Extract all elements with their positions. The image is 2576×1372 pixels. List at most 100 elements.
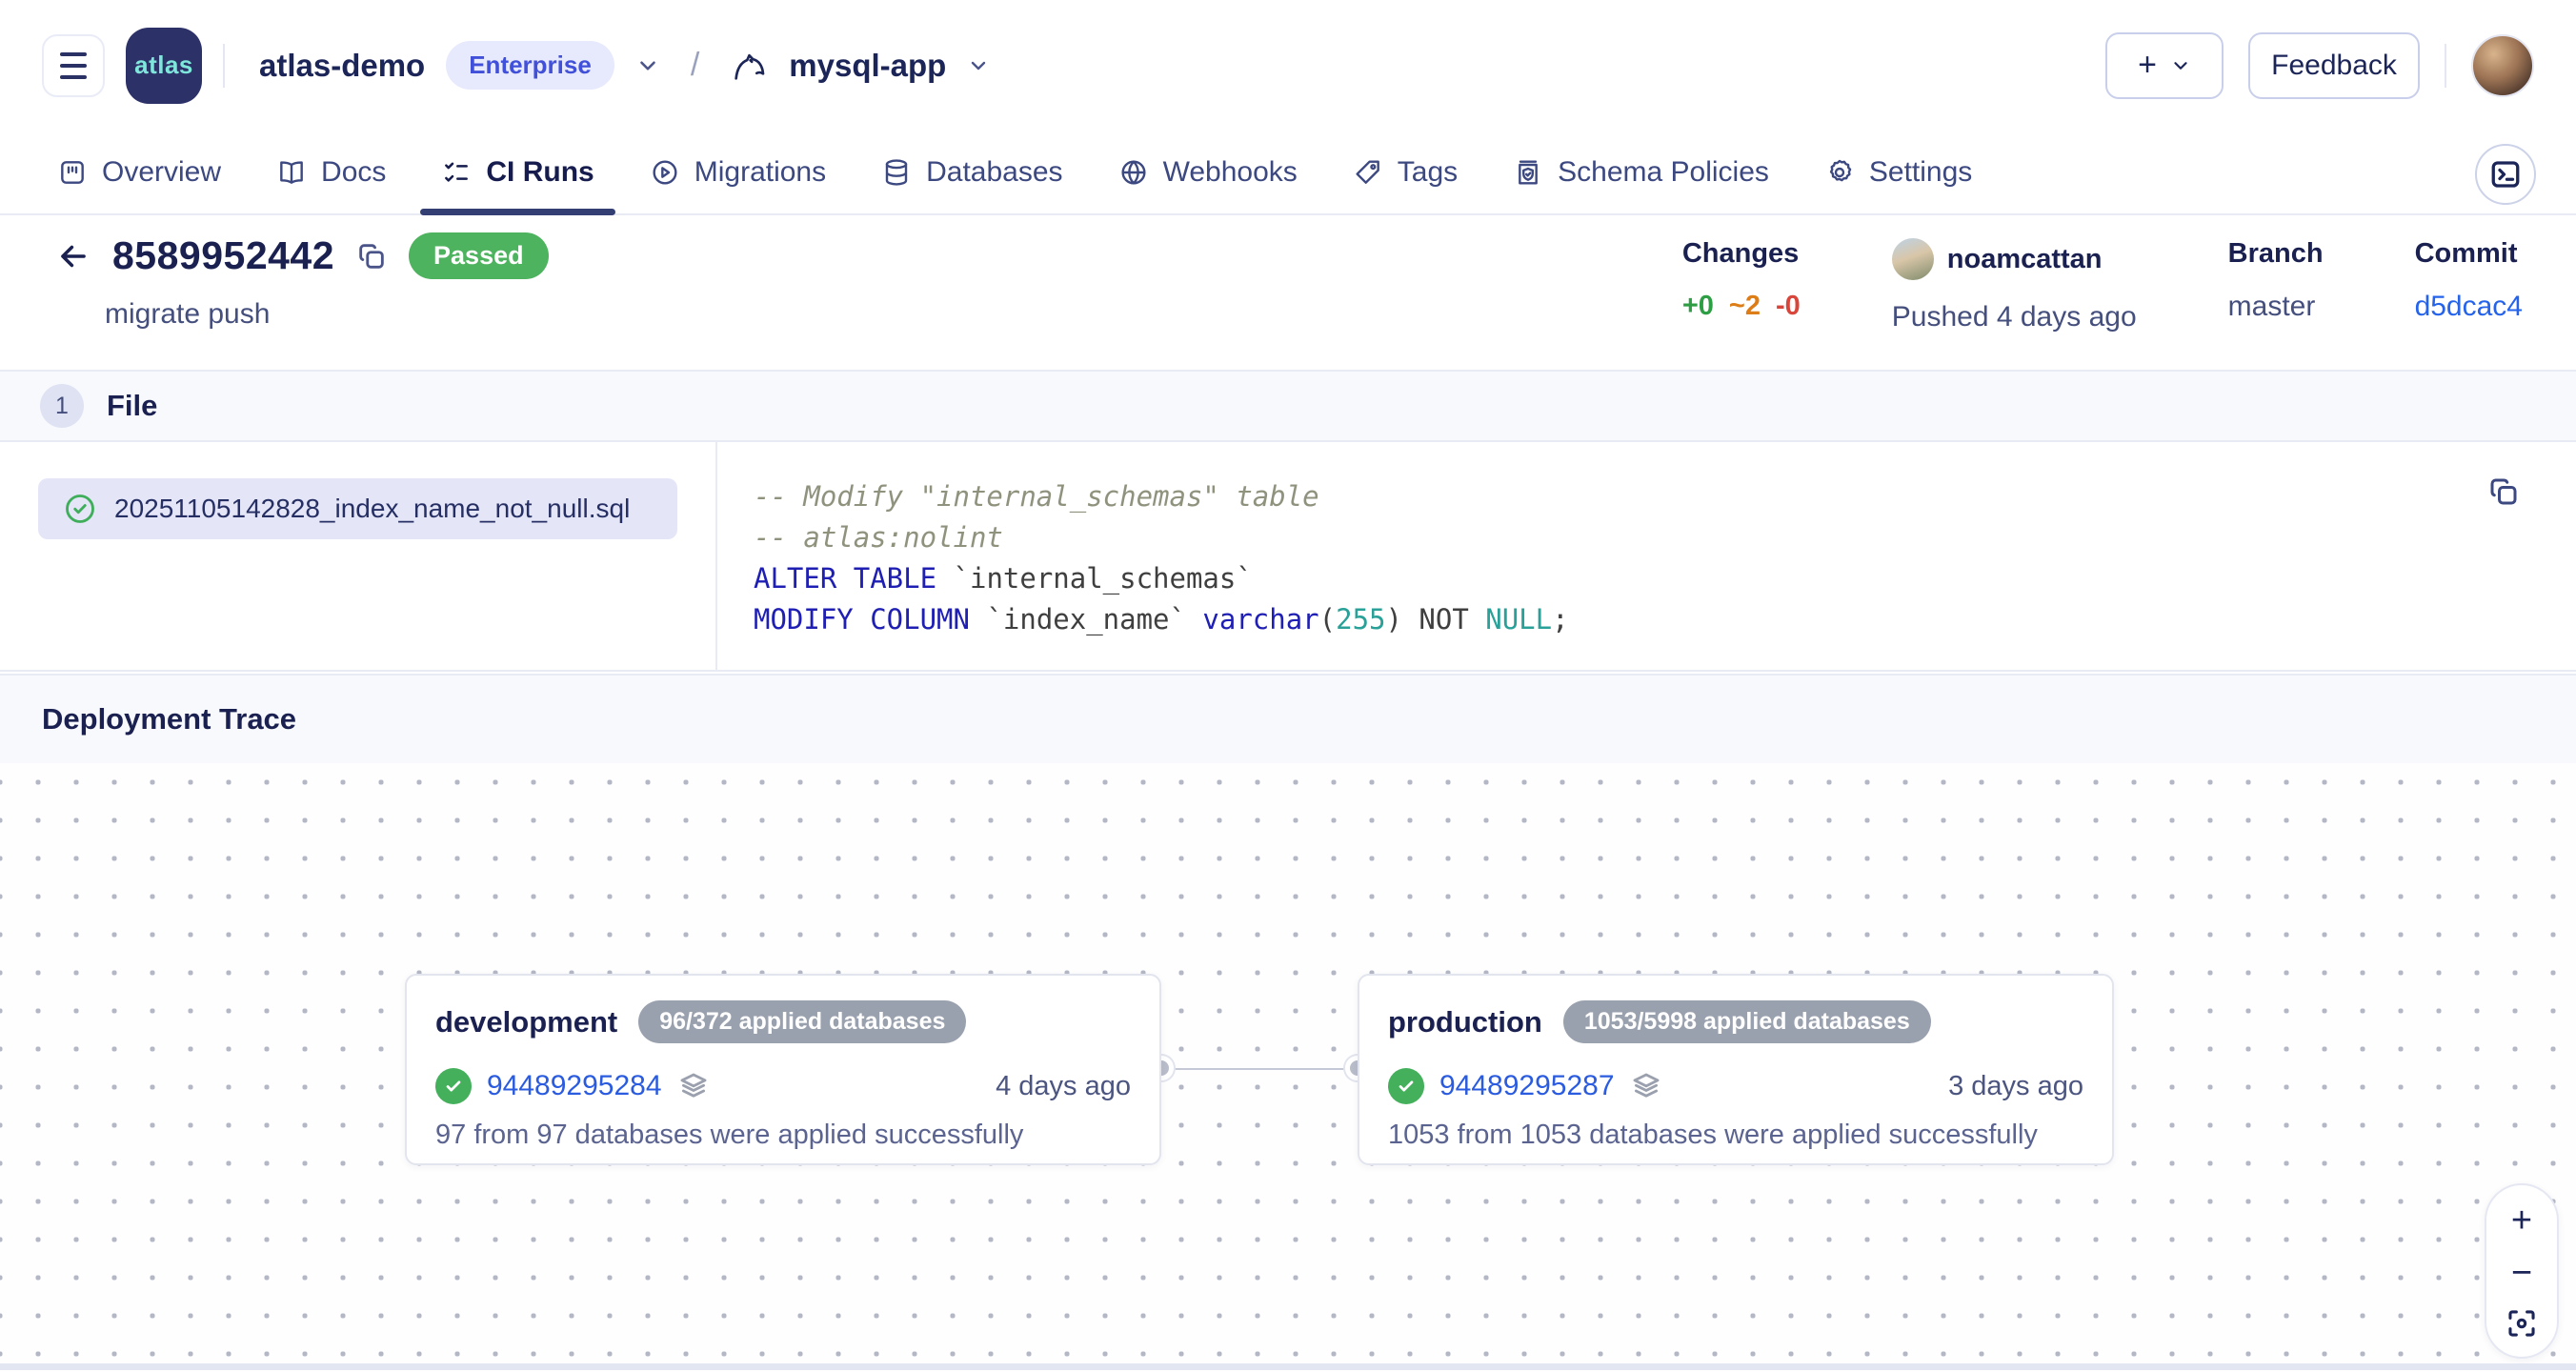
zoom-out-button[interactable]: − bbox=[2511, 1255, 2532, 1291]
deploy-success-icon bbox=[435, 1068, 472, 1104]
tab-databases[interactable]: Databases bbox=[881, 131, 1062, 213]
back-button[interactable] bbox=[55, 238, 91, 274]
deployment-trace-header: Deployment Trace bbox=[0, 674, 2576, 763]
deploy-time: 3 days ago bbox=[1948, 1071, 2083, 1102]
databases-icon bbox=[881, 157, 912, 188]
org-name[interactable]: atlas-demo bbox=[259, 48, 425, 84]
schema-policies-icon bbox=[1513, 157, 1543, 188]
project-name[interactable]: mysql-app bbox=[789, 48, 946, 84]
env-name: production bbox=[1388, 1005, 1542, 1039]
project-nav: Overview Docs CI Runs Migrations Databas… bbox=[0, 131, 2576, 215]
deployment-trace-title: Deployment Trace bbox=[42, 702, 296, 736]
enterprise-badge: Enterprise bbox=[446, 41, 614, 90]
branch-value: master bbox=[2228, 291, 2324, 323]
deploy-success-icon bbox=[1388, 1068, 1424, 1104]
top-bar: atlas atlas-demo Enterprise / mysql-app … bbox=[0, 0, 2576, 131]
settings-icon bbox=[1824, 157, 1855, 188]
commit-label: Commit bbox=[2415, 238, 2523, 270]
docs-icon bbox=[276, 157, 307, 188]
env-card-development[interactable]: development 96/372 applied databases 944… bbox=[405, 974, 1161, 1165]
deploy-run-id-link[interactable]: 94489295287 bbox=[1439, 1070, 1615, 1102]
cloud-terminal-button[interactable] bbox=[2475, 144, 2536, 205]
overview-icon bbox=[57, 157, 88, 188]
author-column: noamcattan Pushed 4 days ago bbox=[1892, 238, 2137, 370]
file-count-badge: 1 bbox=[40, 384, 84, 428]
file-section-header: 1 File bbox=[0, 370, 2576, 442]
fit-view-button[interactable] bbox=[2506, 1307, 2538, 1340]
divider bbox=[223, 44, 225, 88]
tab-schema-policies[interactable]: Schema Policies bbox=[1513, 131, 1769, 213]
migrations-icon bbox=[650, 157, 680, 188]
org-chevron-down-icon[interactable] bbox=[635, 53, 660, 78]
changes-modified: ~2 bbox=[1729, 291, 1761, 322]
env-name: development bbox=[435, 1005, 617, 1039]
applied-databases-badge: 1053/5998 applied databases bbox=[1563, 1000, 1931, 1043]
file-passed-check-icon bbox=[63, 492, 97, 526]
atlas-logo[interactable]: atlas bbox=[126, 28, 202, 104]
tags-icon bbox=[1353, 157, 1383, 188]
file-list-item[interactable]: 20251105142828_index_name_not_null.sql bbox=[38, 478, 677, 539]
changes-label: Changes bbox=[1682, 238, 1801, 270]
tab-tags[interactable]: Tags bbox=[1353, 131, 1458, 213]
tab-docs[interactable]: Docs bbox=[276, 131, 386, 213]
divider bbox=[2445, 44, 2446, 88]
author-name: noamcattan bbox=[1947, 244, 2103, 275]
terminal-icon bbox=[2488, 157, 2523, 192]
file-name: 20251105142828_index_name_not_null.sql bbox=[114, 494, 630, 524]
status-badge: Passed bbox=[409, 232, 549, 279]
sql-code: -- Modify "internal_schemas" table-- atl… bbox=[754, 476, 2462, 640]
run-subtitle: migrate push bbox=[105, 298, 549, 331]
create-new-button[interactable]: + bbox=[2105, 32, 2224, 99]
zoom-in-button[interactable]: + bbox=[2511, 1202, 2532, 1239]
webhooks-icon bbox=[1118, 157, 1149, 188]
copy-icon bbox=[2486, 474, 2521, 509]
commit-column: Commit d5dcac4 bbox=[2415, 238, 2523, 370]
tab-webhooks[interactable]: Webhooks bbox=[1118, 131, 1298, 213]
tab-migrations[interactable]: Migrations bbox=[650, 131, 826, 213]
commit-link[interactable]: d5dcac4 bbox=[2415, 291, 2523, 323]
file-panel: 20251105142828_index_name_not_null.sql -… bbox=[0, 442, 2576, 672]
changes-removed: -0 bbox=[1776, 291, 1801, 322]
copy-run-id-button[interactable] bbox=[355, 240, 388, 272]
deploy-summary: 1053 from 1053 databases were applied su… bbox=[1388, 1120, 2083, 1151]
changes-added: +0 bbox=[1682, 291, 1714, 322]
run-header: 8589952442 Passed migrate push Changes +… bbox=[0, 215, 2576, 370]
mysql-icon bbox=[730, 47, 768, 85]
tab-overview[interactable]: Overview bbox=[57, 131, 221, 213]
deployment-trace-canvas[interactable]: development 96/372 applied databases 944… bbox=[0, 763, 2576, 1363]
run-id: 8589952442 bbox=[112, 233, 334, 278]
project-chevron-down-icon[interactable] bbox=[967, 54, 990, 77]
trace-edge bbox=[1164, 1068, 1357, 1070]
chevron-down-icon bbox=[2170, 55, 2191, 76]
layers-icon bbox=[677, 1070, 710, 1102]
deploy-time: 4 days ago bbox=[996, 1071, 1131, 1102]
tab-ci-runs[interactable]: CI Runs bbox=[441, 131, 594, 213]
feedback-button[interactable]: Feedback bbox=[2248, 32, 2420, 99]
canvas-zoom-controls: + − bbox=[2485, 1183, 2559, 1359]
run-meta: Changes +0 ~2 -0 noamcattan Pushed 4 day… bbox=[1682, 232, 2523, 370]
copy-sql-button[interactable] bbox=[2486, 474, 2521, 509]
env-card-production[interactable]: production 1053/5998 applied databases 9… bbox=[1358, 974, 2114, 1165]
pushed-time: Pushed 4 days ago bbox=[1892, 301, 2137, 333]
menu-button[interactable] bbox=[42, 34, 105, 97]
sql-code-viewer: -- Modify "internal_schemas" table-- atl… bbox=[717, 442, 2576, 670]
layers-icon bbox=[1630, 1070, 1662, 1102]
ci-runs-icon bbox=[441, 157, 472, 188]
branch-label: Branch bbox=[2228, 238, 2324, 270]
breadcrumb-separator: / bbox=[691, 47, 699, 84]
applied-databases-badge: 96/372 applied databases bbox=[638, 1000, 966, 1043]
deploy-summary: 97 from 97 databases were applied succes… bbox=[435, 1120, 1131, 1151]
file-list: 20251105142828_index_name_not_null.sql bbox=[0, 442, 717, 670]
arrow-left-icon bbox=[55, 238, 91, 274]
breadcrumb: atlas atlas-demo Enterprise / mysql-app bbox=[42, 28, 990, 104]
focus-center-icon bbox=[2506, 1307, 2538, 1340]
plus-icon: + bbox=[2138, 47, 2157, 84]
copy-icon bbox=[355, 240, 388, 272]
branch-column: Branch master bbox=[2228, 238, 2324, 370]
deploy-run-id-link[interactable]: 94489295284 bbox=[487, 1070, 662, 1102]
user-avatar[interactable] bbox=[2471, 34, 2534, 97]
tab-settings[interactable]: Settings bbox=[1824, 131, 1972, 213]
author-avatar bbox=[1892, 238, 1934, 280]
bottom-divider bbox=[0, 1363, 2576, 1370]
file-section-label: File bbox=[107, 389, 157, 423]
